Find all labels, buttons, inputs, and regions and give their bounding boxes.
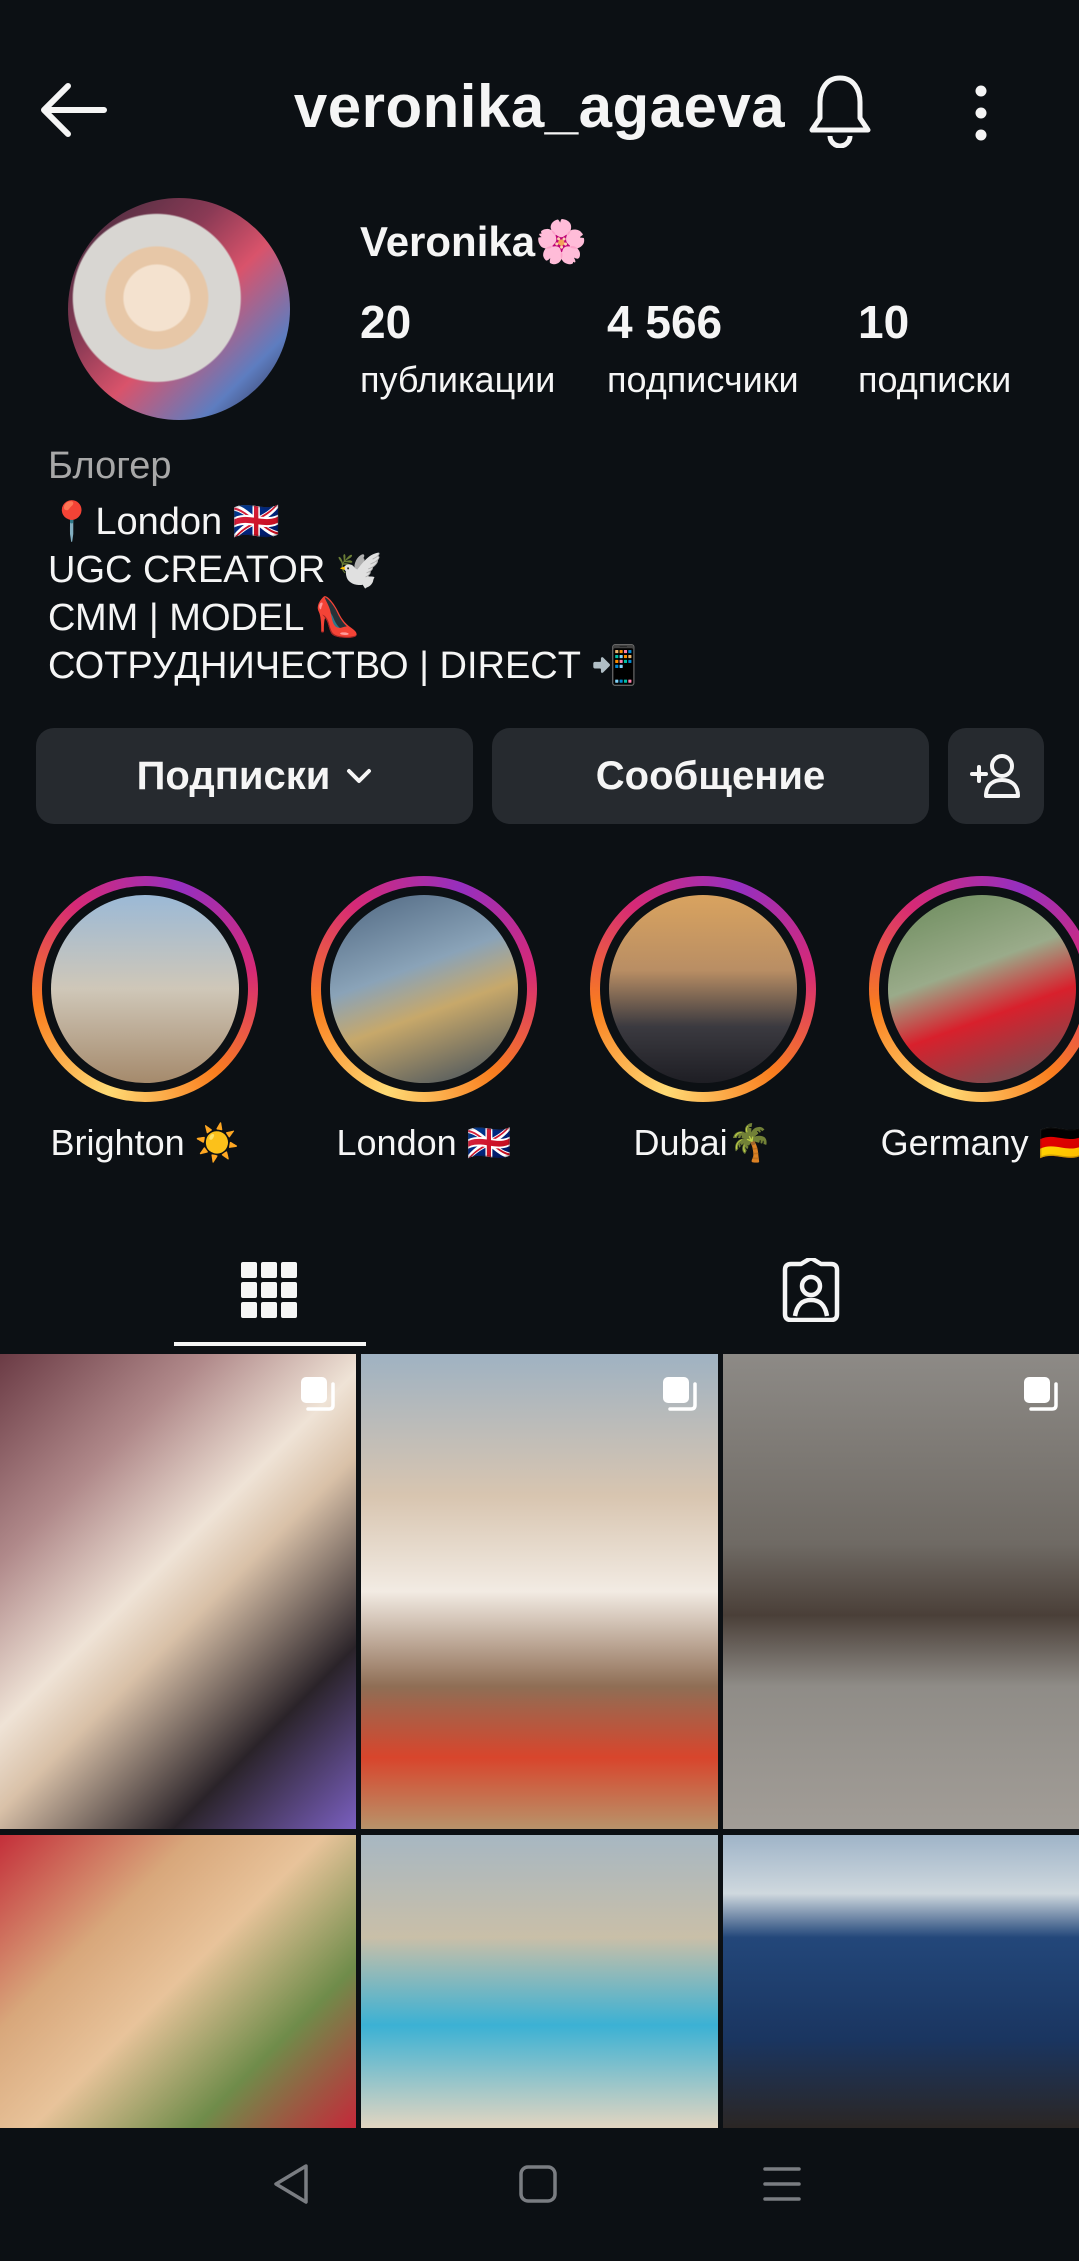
- bio-line: 📍London 🇬🇧: [48, 501, 280, 543]
- stat-followers-label: подписчики: [607, 359, 799, 400]
- highlight-ring: [590, 876, 816, 1102]
- more-vertical-icon[interactable]: [966, 78, 996, 148]
- following-button-label: Подписки: [136, 753, 331, 798]
- tagged-person-icon: [782, 1258, 840, 1322]
- avatar[interactable]: [68, 198, 290, 420]
- grid-icon: [241, 1262, 297, 1318]
- profile-category: Блогер: [48, 445, 172, 487]
- highlight-london[interactable]: London 🇬🇧: [311, 876, 537, 1164]
- bell-icon[interactable]: [806, 72, 874, 148]
- multiple-images-icon: [663, 1377, 697, 1411]
- highlight-label: London 🇬🇧: [336, 1122, 512, 1163]
- bio-line: СОТРУДНИЧЕСТВО | DIRECT 📲: [48, 645, 639, 687]
- post-tile[interactable]: [723, 1835, 1079, 2128]
- stat-posts-label: публикации: [360, 359, 556, 400]
- highlight-image: [888, 895, 1076, 1083]
- highlight-ring: [869, 876, 1079, 1102]
- message-button[interactable]: Сообщение: [492, 728, 929, 824]
- system-nav-bar: [0, 2128, 1079, 2261]
- chevron-down-icon: [347, 769, 372, 783]
- post-tile[interactable]: [723, 1354, 1079, 1829]
- multiple-images-icon: [1024, 1377, 1058, 1411]
- stat-posts[interactable]: 20 публикации: [360, 295, 555, 401]
- post-tile[interactable]: [361, 1835, 718, 2128]
- square-home-icon[interactable]: [518, 2164, 558, 2204]
- highlight-image: [330, 895, 518, 1083]
- display-name: Veronika🌸: [360, 218, 588, 265]
- profile-username: veronika_agaeva: [293, 73, 786, 140]
- bio-line: СММ | MODEL 👠: [48, 597, 361, 639]
- highlight-brighton[interactable]: Brighton ☀️: [32, 876, 258, 1164]
- highlight-dubai[interactable]: Dubai🌴: [590, 876, 816, 1164]
- profile-bio: 📍London 🇬🇧 UGC CREATOR 🕊️ СММ | MODEL 👠 …: [48, 498, 638, 690]
- following-button[interactable]: Подписки: [36, 728, 473, 824]
- stat-following-count: 10: [858, 296, 910, 348]
- stat-posts-count: 20: [360, 296, 412, 348]
- message-button-label: Сообщение: [595, 753, 826, 798]
- highlight-germany[interactable]: Germany 🇩🇪: [869, 876, 1079, 1164]
- triangle-back-icon[interactable]: [272, 2162, 310, 2206]
- stat-followers[interactable]: 4 566 подписчики: [607, 295, 799, 401]
- post-tile[interactable]: [361, 1354, 718, 1829]
- highlight-label: Brighton ☀️: [50, 1122, 240, 1163]
- highlight-ring: [311, 876, 537, 1102]
- highlight-image: [51, 895, 239, 1083]
- post-tile[interactable]: [0, 1835, 356, 2128]
- stat-following[interactable]: 10 подписки: [858, 295, 1011, 401]
- tab-tagged[interactable]: [716, 1230, 906, 1350]
- highlight-label: Dubai🌴: [633, 1122, 773, 1163]
- stat-following-label: подписки: [858, 359, 1012, 400]
- active-tab-indicator: [174, 1342, 366, 1346]
- highlight-image: [609, 895, 797, 1083]
- post-tile[interactable]: [0, 1354, 356, 1829]
- person-add-icon: [970, 754, 1020, 798]
- menu-lines-icon[interactable]: [762, 2164, 802, 2204]
- highlight-ring: [32, 876, 258, 1102]
- add-user-button[interactable]: [948, 728, 1044, 824]
- bio-line: UGC CREATOR 🕊️: [48, 549, 384, 591]
- multiple-images-icon: [301, 1377, 335, 1411]
- highlight-label: Germany 🇩🇪: [880, 1122, 1079, 1163]
- tab-posts-grid[interactable]: [174, 1230, 364, 1350]
- stat-followers-count: 4 566: [607, 296, 723, 348]
